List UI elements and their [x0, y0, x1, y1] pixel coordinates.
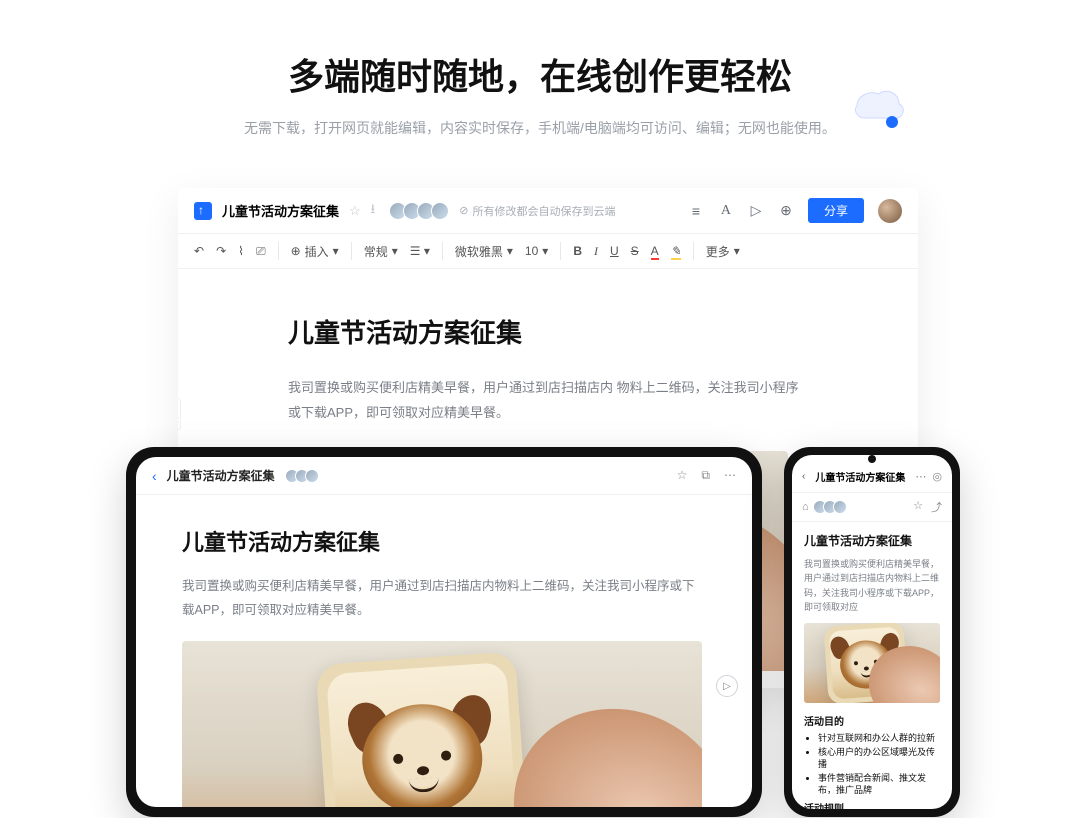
app-logo-icon [194, 202, 212, 220]
font-size-select[interactable]: 10 ▾ [525, 244, 548, 258]
back-icon[interactable]: ‹ [802, 471, 805, 482]
add-user-icon[interactable]: ⊕ [778, 203, 794, 219]
star-icon[interactable]: ☆ [913, 499, 923, 515]
separator [278, 242, 279, 260]
desktop-header: 儿童节活动方案征集 ☆ ⭳ ⊘ 所有修改都会自动保存到云端 ≡ A ▷ ⊕ 分享 [178, 188, 918, 234]
paragraph-style-select[interactable]: 常规 ▾ [364, 243, 398, 260]
strikethrough-icon[interactable]: S [631, 244, 639, 258]
doc-heading: 儿童节活动方案征集 [288, 313, 808, 350]
doc-paragraph: 我司置换或购买便利店精美早餐，用户通过到店扫描店内物料上二维码，关注我司小程序或… [182, 575, 706, 623]
target-icon[interactable]: ◎ [932, 470, 942, 483]
play-circle-icon[interactable]: ▷ [748, 203, 764, 219]
clear-format-icon[interactable]: ⎚ [256, 244, 266, 259]
doc-image[interactable] [182, 641, 702, 808]
bold-icon[interactable]: B [573, 244, 582, 258]
insert-menu[interactable]: ⊕ 插入 ▾ [291, 243, 339, 260]
more-menu[interactable]: 更多 ▾ [706, 243, 740, 260]
list-item: 针对互联网和办公人群的拉新 [818, 732, 940, 744]
star-icon[interactable]: ☆ [677, 468, 688, 483]
separator [442, 242, 443, 260]
separator [693, 242, 694, 260]
doc-paragraph: 我司置换或购买便利店精美早餐，用户通过到店扫描店内 物料上二维码，关注我司小程序… [288, 376, 808, 425]
phone-device: ‹ 儿童节活动方案征集 ⋯ ◎ ⌂ ☆ ⤴ 儿童节活动方案征集 我司置换或购买便… [784, 447, 960, 817]
outline-tab[interactable]: 目录 [178, 398, 181, 430]
open-external-icon[interactable]: ⧉ [701, 468, 710, 483]
hero-title: 多端随时随地，在线创作更轻松 [0, 48, 1080, 100]
section-heading-purpose: 活动目的 [804, 713, 940, 728]
undo-icon[interactable]: ↶ [194, 244, 204, 258]
check-circle-icon: ⊘ [459, 204, 468, 217]
section-heading-rules: 活动规则 [804, 800, 940, 809]
separator [560, 242, 561, 260]
line-height-icon[interactable]: ☰ ▾ [410, 244, 430, 258]
editor-toolbar: ↶ ↷ ⌇ ⎚ ⊕ 插入 ▾ 常规 ▾ ☰ ▾ 微软雅黑 ▾ 10 ▾ B I … [178, 234, 918, 269]
autosave-note: ⊘ 所有修改都会自动保存到云端 [459, 203, 615, 219]
collaborator-avatars[interactable] [389, 202, 449, 220]
phone-collab-bar: ⌂ ☆ ⤴ [792, 493, 952, 522]
doc-paragraph: 我司置换或购买便利店精美早餐，用户通过到店扫描店内物料上二维码，关注我司小程序或… [804, 557, 940, 615]
collaborator-avatars[interactable] [813, 500, 847, 514]
list-item: 核心用户的办公区域曝光及传播 [818, 746, 940, 770]
text-style-icon[interactable]: A [718, 203, 734, 219]
back-icon[interactable]: ‹ [152, 468, 157, 484]
tablet-screen: ‹ 儿童节活动方案征集 ☆ ⧉ ⋯ 儿童节活动方案征集 我司置换或购买便利店精美… [136, 457, 752, 807]
phone-body[interactable]: 儿童节活动方案征集 我司置换或购买便利店精美早餐，用户通过到店扫描店内物料上二维… [792, 522, 952, 809]
italic-icon[interactable]: I [594, 244, 598, 259]
purpose-list: 针对互联网和办公人群的拉新 核心用户的办公区域曝光及传播 事件营销配合新闻、推文… [804, 732, 940, 797]
font-color-icon[interactable]: A [651, 244, 659, 258]
share-icon[interactable]: ⤴ [931, 499, 942, 515]
more-icon[interactable]: ⋯ [724, 468, 736, 483]
font-family-select[interactable]: 微软雅黑 ▾ [455, 243, 513, 260]
play-circle-icon[interactable]: ▷ [716, 675, 738, 697]
phone-camera [868, 455, 876, 463]
user-avatar[interactable] [878, 199, 902, 223]
list-icon[interactable]: ≡ [688, 203, 704, 219]
document-title[interactable]: 儿童节活动方案征集 [222, 201, 339, 220]
separator [351, 242, 352, 260]
star-icon[interactable]: ☆ [349, 203, 361, 219]
home-icon[interactable]: ⌂ [802, 501, 809, 513]
collaborator-avatars[interactable] [285, 469, 319, 483]
move-folder-icon[interactable]: ⭳ [371, 200, 376, 222]
header-actions: ≡ A ▷ ⊕ 分享 [688, 198, 902, 223]
format-paint-icon[interactable]: ⌇ [238, 244, 244, 258]
hero-subtitle: 无需下载，打开网页就能编辑，内容实时保存，手机端/电脑端均可访问、编辑；无网也能… [0, 118, 1080, 138]
doc-heading: 儿童节活动方案征集 [804, 532, 940, 549]
redo-icon[interactable]: ↷ [216, 244, 226, 258]
underline-icon[interactable]: U [610, 244, 619, 258]
tablet-device: ‹ 儿童节活动方案征集 ☆ ⧉ ⋯ 儿童节活动方案征集 我司置换或购买便利店精美… [126, 447, 762, 817]
share-button[interactable]: 分享 [808, 198, 864, 223]
tablet-doc-title: 儿童节活动方案征集 [167, 467, 275, 484]
blue-dot-accent [886, 116, 898, 128]
list-item: 事件营销配合新闻、推文发布，推广品牌 [818, 772, 940, 796]
doc-heading: 儿童节活动方案征集 [182, 525, 706, 557]
highlight-color-icon[interactable]: ✎ [671, 244, 681, 258]
phone-header: ‹ 儿童节活动方案征集 ⋯ ◎ [792, 465, 952, 493]
doc-image[interactable] [804, 623, 940, 703]
more-icon[interactable]: ⋯ [915, 470, 926, 483]
phone-doc-title: 儿童节活动方案征集 [815, 469, 905, 484]
phone-screen: ‹ 儿童节活动方案征集 ⋯ ◎ ⌂ ☆ ⤴ 儿童节活动方案征集 我司置换或购买便… [792, 455, 952, 809]
tablet-header: ‹ 儿童节活动方案征集 ☆ ⧉ ⋯ [136, 457, 752, 495]
tablet-body[interactable]: 儿童节活动方案征集 我司置换或购买便利店精美早餐，用户通过到店扫描店内物料上二维… [136, 495, 752, 807]
